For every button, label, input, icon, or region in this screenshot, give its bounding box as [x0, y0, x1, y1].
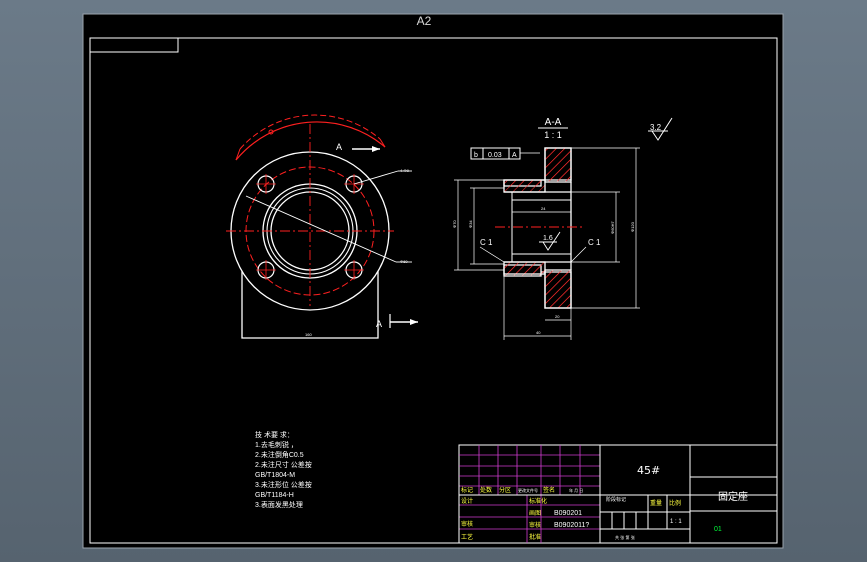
label-draw: 画图 — [529, 510, 541, 517]
value-draw: B090201 — [554, 510, 582, 517]
row-process: 工艺 — [461, 533, 473, 541]
section-hub-top — [503, 179, 546, 193]
header-sign: 签名 — [543, 486, 555, 494]
tol-datum-ref: b — [474, 152, 478, 159]
row-design: 设计 — [461, 497, 473, 505]
chamfer-left-note: C 1 — [480, 238, 493, 247]
dim-hub-depth-text: 24 — [541, 206, 546, 211]
row-stage: 阶段标记 — [606, 496, 626, 503]
section-hub-bottom — [503, 261, 546, 275]
header-count: 处数 — [480, 486, 492, 494]
dim-left-text: Φ70 — [452, 220, 457, 228]
header-change: 更改文件号 — [518, 487, 538, 493]
tech-note-line-5: 3.未注形位 公差按 — [255, 480, 312, 489]
header-mark: 标记 — [461, 486, 473, 494]
leader-hole-note: 4-Φ9 — [400, 168, 410, 173]
section-flange-top — [544, 147, 572, 183]
sheet-info: 共 张 第 张 — [615, 534, 635, 540]
section-scale: 1 : 1 — [544, 130, 562, 140]
dim-right-text: Φ120 — [630, 221, 635, 232]
dim-total-text: 40 — [536, 330, 541, 335]
dim-inner-text: Φ34 — [468, 220, 473, 228]
material-text: 45# — [637, 464, 660, 477]
chamfer-right-note: C 1 — [588, 238, 601, 247]
drawing-sheet: A2 4-Φ9 Φ60 A A 160 A-A 1: 1 3.2 b 0.03… — [82, 13, 784, 549]
part-name-text: 固定座 — [718, 490, 748, 503]
row-approve: 批准 — [529, 533, 541, 541]
sheet-size-label: A2 — [417, 14, 432, 28]
tech-note-line-1: 1.去毛刺锐 ， — [255, 440, 298, 449]
bore-roughness-value: 1.6 — [543, 235, 553, 242]
tech-notes-title: 技 术要 求： — [255, 430, 294, 439]
section-label: A-A — [545, 117, 562, 128]
tech-note-line-4: GB/T1804-M — [255, 472, 295, 479]
label-proof: 审核 — [529, 521, 541, 529]
dim-flange-thk-text: 20 — [555, 314, 560, 319]
tech-note-line-2: 2.未注倒角C0.5 — [255, 450, 304, 459]
dim-bore-text: Φ60H7 — [610, 220, 615, 234]
cut-label-bottom: A — [376, 319, 382, 329]
tech-note-line-7: 3.表面发黑处理 — [255, 500, 303, 509]
paper-area — [83, 14, 783, 548]
row-weight: 重量 — [650, 499, 662, 507]
leader-bore-note: Φ60 — [400, 259, 408, 264]
row-standard: 标准化 — [529, 497, 547, 505]
tol-datum: A — [512, 152, 517, 159]
drawing-number-text: 01 — [714, 526, 722, 533]
dim-width-text: 160 — [305, 332, 312, 337]
scale-value: 1 : 1 — [670, 519, 682, 525]
cut-label-top: A — [336, 142, 342, 152]
section-flange-bottom — [544, 269, 572, 309]
header-date: 年 月 日 — [569, 487, 583, 493]
tol-value: 0.03 — [488, 152, 502, 159]
header-zone: 分区 — [499, 486, 511, 494]
cad-viewport[interactable]: A2 4-Φ9 Φ60 A A 160 A-A 1: 1 3.2 b 0.03… — [0, 0, 867, 562]
tech-note-line-6: GB/T1184-H — [255, 492, 294, 499]
tech-note-line-3: 2.未注尺寸 公差按 — [255, 460, 312, 469]
row-check: 审核 — [461, 520, 473, 528]
value-proof: B0902011? — [554, 522, 589, 529]
row-ratio: 比例 — [669, 499, 681, 507]
